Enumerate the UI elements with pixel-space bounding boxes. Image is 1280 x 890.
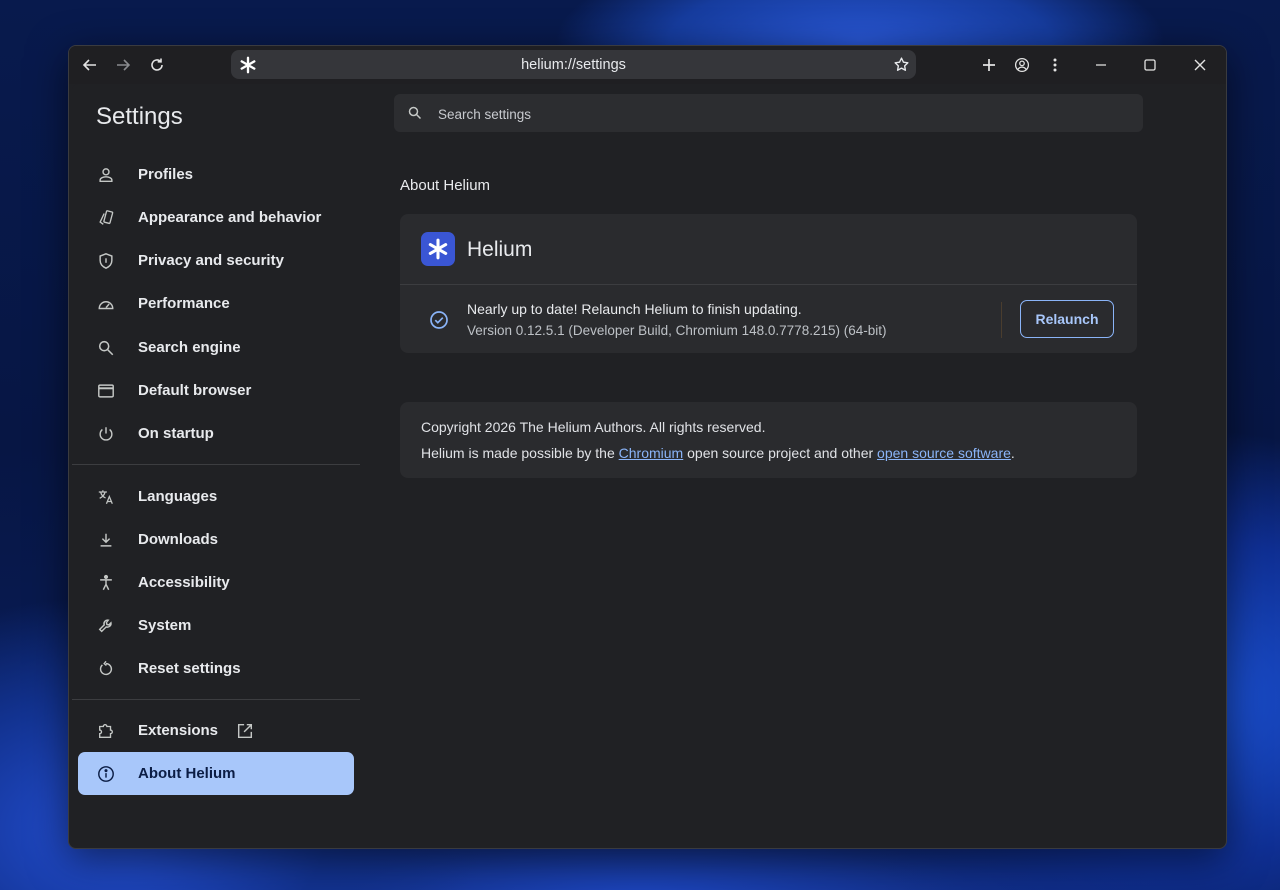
credits-suffix: . (1010, 445, 1015, 461)
browser-window-icon (96, 381, 116, 401)
search-icon (96, 338, 116, 358)
download-icon (96, 530, 116, 550)
new-tab-icon[interactable] (977, 53, 1001, 77)
credits-text: Helium is made possible by the Chromium … (421, 445, 1015, 461)
sidebar-item-default-browser[interactable]: Default browser (78, 369, 354, 412)
sidebar-item-privacy[interactable]: Privacy and security (78, 239, 354, 282)
bookmark-star-icon[interactable] (893, 56, 910, 73)
info-icon (96, 764, 116, 784)
search-icon (407, 105, 423, 121)
sidebar-item-label: On startup (138, 425, 214, 442)
reload-icon[interactable] (145, 53, 169, 77)
accessibility-icon (96, 573, 116, 593)
sidebar-item-system[interactable]: System (78, 604, 354, 647)
sidebar-divider (72, 464, 360, 465)
helium-logo-icon (421, 232, 455, 266)
sidebar-item-label: Search engine (138, 339, 241, 356)
browser-window: helium://settings Settings Profiles Appe… (68, 45, 1227, 849)
sidebar-item-profiles[interactable]: Profiles (78, 153, 354, 196)
wrench-icon (96, 616, 116, 636)
sidebar-item-downloads[interactable]: Downloads (78, 518, 354, 561)
chromium-link[interactable]: Chromium (619, 445, 684, 461)
sidebar-item-languages[interactable]: Languages (78, 475, 354, 518)
credits-middle: open source project and other (683, 445, 878, 461)
maximize-icon[interactable] (1138, 53, 1162, 77)
address-bar[interactable]: helium://settings (231, 50, 916, 79)
about-card: Helium Nearly up to date! Relaunch Heliu… (400, 214, 1137, 353)
sidebar-item-reset-settings[interactable]: Reset settings (78, 647, 354, 690)
sidebar-item-label: Accessibility (138, 574, 230, 591)
sidebar-item-label: Default browser (138, 382, 252, 399)
sidebar-divider (72, 699, 360, 700)
update-status: Nearly up to date! Relaunch Helium to fi… (467, 301, 802, 317)
sidebar-item-label: Appearance and behavior (138, 209, 322, 226)
sidebar-item-label: Profiles (138, 166, 194, 183)
palette-icon (96, 208, 116, 228)
app-name: Helium (467, 238, 533, 261)
relaunch-button[interactable]: Relaunch (1020, 300, 1114, 338)
settings-sidebar: Settings Profiles Appearance and behavio… (72, 84, 362, 845)
sidebar-item-about-helium[interactable]: About Helium (78, 752, 354, 795)
back-icon[interactable] (78, 53, 102, 77)
check-circle-icon (429, 310, 449, 330)
version-text: Version 0.12.5.1 (Developer Build, Chrom… (467, 323, 887, 338)
sidebar-item-accessibility[interactable]: Accessibility (78, 561, 354, 604)
sidebar-item-search-engine[interactable]: Search engine (78, 326, 354, 369)
credits-prefix: Helium is made possible by the (421, 445, 619, 461)
sidebar-item-extensions[interactable]: Extensions (78, 709, 354, 752)
speedometer-icon (96, 294, 116, 314)
close-icon[interactable] (1188, 53, 1212, 77)
puzzle-icon (96, 721, 116, 741)
translate-icon (96, 487, 116, 507)
sidebar-item-label: Languages (138, 488, 218, 505)
credits-card: Copyright 2026 The Helium Authors. All r… (400, 402, 1137, 478)
page-title: Settings (96, 103, 183, 130)
power-icon (96, 424, 116, 444)
person-icon (96, 165, 116, 185)
url-text[interactable]: helium://settings (231, 57, 916, 73)
sidebar-item-label: About Helium (138, 765, 236, 782)
sidebar-item-performance[interactable]: Performance (78, 282, 354, 325)
search-bar[interactable] (394, 94, 1143, 132)
sidebar-item-label: Privacy and security (138, 252, 284, 269)
sidebar-item-label: Extensions (138, 722, 219, 739)
sidebar-item-label: Performance (138, 295, 230, 312)
forward-icon[interactable] (111, 53, 135, 77)
shield-icon (96, 251, 116, 271)
settings-page: Settings Profiles Appearance and behavio… (72, 84, 1223, 845)
search-input[interactable] (436, 102, 1120, 126)
open-in-new-icon (236, 722, 254, 740)
sidebar-item-label: Reset settings (138, 660, 241, 677)
sidebar-item-appearance[interactable]: Appearance and behavior (78, 196, 354, 239)
menu-icon[interactable] (1043, 53, 1067, 77)
sidebar-item-label: System (138, 617, 192, 634)
about-card-header: Helium (400, 214, 1137, 285)
sidebar-item-on-startup[interactable]: On startup (78, 412, 354, 455)
title-bar: helium://settings (69, 46, 1226, 84)
copyright-text: Copyright 2026 The Helium Authors. All r… (421, 419, 766, 435)
minimize-icon[interactable] (1089, 53, 1113, 77)
open-source-link[interactable]: open source software (877, 445, 1011, 461)
profile-icon[interactable] (1010, 53, 1034, 77)
sidebar-item-label: Downloads (138, 531, 219, 548)
divider (1001, 302, 1002, 338)
section-title: About Helium (400, 177, 491, 194)
reset-icon (96, 659, 116, 679)
